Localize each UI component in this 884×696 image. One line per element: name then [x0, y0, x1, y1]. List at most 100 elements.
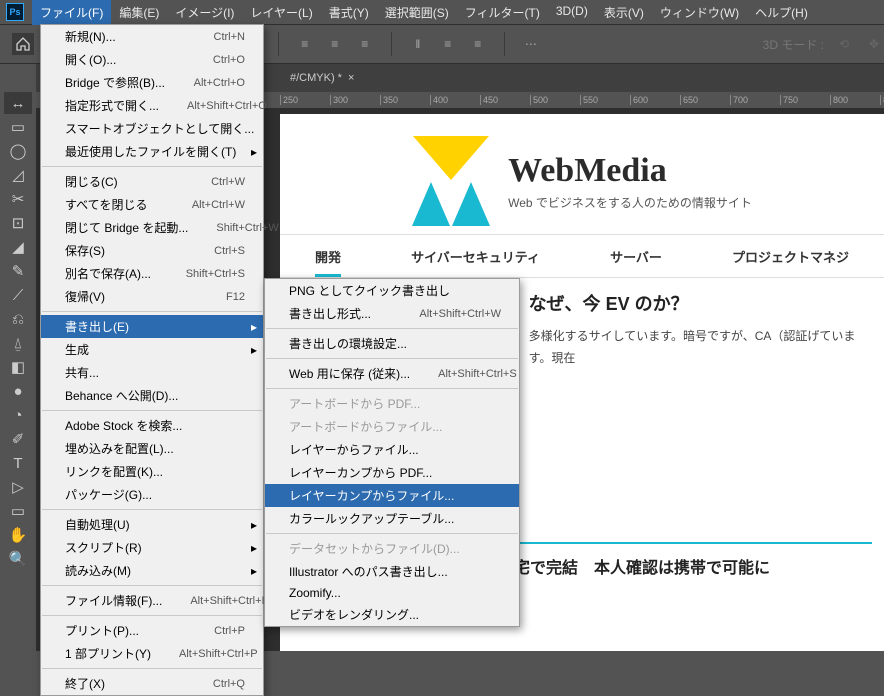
tool-button[interactable]: ▭ [4, 500, 32, 522]
separator [42, 311, 262, 312]
menu-item[interactable]: 閉じる(C)Ctrl+W [41, 170, 263, 193]
menu-item[interactable]: レイヤーからファイル... [265, 438, 519, 461]
menu-item-label: Web 用に保存 (従来)... [289, 365, 410, 382]
menu-item-shortcut: Shift+Ctrl+S [186, 268, 245, 280]
3d-pan-icon[interactable]: ✥ [864, 34, 884, 54]
menu-item[interactable]: 終了(X)Ctrl+Q [41, 672, 263, 695]
menu-item[interactable]: 復帰(V)F12 [41, 285, 263, 308]
menu-ファイル(F)[interactable]: ファイル(F) [32, 0, 111, 25]
menu-item[interactable]: 埋め込みを配置(L)... [41, 437, 263, 460]
more-icon[interactable]: ⋯ [521, 34, 541, 54]
menu-item-label: データセットからファイル(D)... [289, 540, 460, 557]
menu-ウィンドウ(W)[interactable]: ウィンドウ(W) [652, 0, 747, 25]
tool-button[interactable]: ◔ [4, 404, 32, 426]
tool-button[interactable]: ▭ [4, 116, 32, 138]
menu-item: データセットからファイル(D)... [265, 537, 519, 560]
menu-選択範囲(S)[interactable]: 選択範囲(S) [377, 0, 457, 25]
menu-表示(V)[interactable]: 表示(V) [596, 0, 652, 25]
menu-フィルター(T)[interactable]: フィルター(T) [457, 0, 548, 25]
menu-item-shortcut: Alt+Ctrl+W [192, 199, 245, 211]
tool-button[interactable]: ✐ [4, 428, 32, 450]
tool-button[interactable]: ▷ [4, 476, 32, 498]
menu-item[interactable]: カラールックアップテーブル... [265, 507, 519, 530]
nav-item[interactable]: 開発 [315, 236, 341, 277]
close-icon[interactable]: × [348, 72, 354, 84]
menu-item[interactable]: スクリプト(R)▸ [41, 536, 263, 559]
menu-item[interactable]: 共有... [41, 361, 263, 384]
document-tab[interactable]: #/CMYK) * × [280, 72, 364, 84]
tool-button[interactable]: ↔ [4, 92, 32, 114]
tool-button[interactable]: ⍙ [4, 332, 32, 354]
menu-item[interactable]: Behance へ公開(D)... [41, 384, 263, 407]
ruler-tick: 550 [580, 95, 630, 105]
tool-button[interactable]: ✎ [4, 260, 32, 282]
menu-item[interactable]: レイヤーカンプからファイル... [265, 484, 519, 507]
tool-button[interactable]: ⎌ [4, 308, 32, 330]
nav-item[interactable]: プロジェクトマネジ [732, 247, 849, 266]
menu-item[interactable]: 指定形式で開く...Alt+Shift+Ctrl+O [41, 94, 263, 117]
tool-button[interactable]: ⊡ [4, 212, 32, 234]
menu-item: アートボードからファイル... [265, 415, 519, 438]
menu-item[interactable]: スマートオブジェクトとして開く... [41, 117, 263, 140]
menu-item[interactable]: 読み込み(M)▸ [41, 559, 263, 582]
menu-item[interactable]: パッケージ(G)... [41, 483, 263, 506]
tool-button[interactable]: ◧ [4, 356, 32, 378]
menu-item-label: Illustrator へのパス書き出し... [289, 563, 448, 580]
menu-item: アートボードから PDF... [265, 392, 519, 415]
align-center-icon[interactable]: ≡ [325, 34, 345, 54]
align-left-icon[interactable]: ≡ [295, 34, 315, 54]
menu-item[interactable]: リンクを配置(K)... [41, 460, 263, 483]
tool-button[interactable]: ◯ [4, 140, 32, 162]
menu-ヘルプ(H)[interactable]: ヘルプ(H) [747, 0, 816, 25]
menu-item[interactable]: 開く(O)...Ctrl+O [41, 48, 263, 71]
menu-item[interactable]: 新規(N)...Ctrl+N [41, 25, 263, 48]
menu-レイヤー(L)[interactable]: レイヤー(L) [242, 0, 320, 25]
ruler-tick: 450 [480, 95, 530, 105]
separator [266, 533, 518, 534]
tool-button[interactable]: ● [4, 380, 32, 402]
menu-item[interactable]: Web 用に保存 (従来)...Alt+Shift+Ctrl+S [265, 362, 519, 385]
align-right-icon[interactable]: ≡ [355, 34, 375, 54]
menu-書式(Y)[interactable]: 書式(Y) [321, 0, 377, 25]
menu-item[interactable]: Adobe Stock を検索... [41, 414, 263, 437]
3d-orbit-icon[interactable]: ⟲ [834, 34, 854, 54]
menu-item-label: 閉じて Bridge を起動... [65, 219, 188, 236]
menu-3D(D)[interactable]: 3D(D) [548, 0, 596, 25]
menu-item[interactable]: 書き出しの環境設定... [265, 332, 519, 355]
distribute-v-icon[interactable]: ≡ [438, 34, 458, 54]
menu-編集(E)[interactable]: 編集(E) [111, 0, 167, 25]
menu-item[interactable]: 保存(S)Ctrl+S [41, 239, 263, 262]
tool-button[interactable]: 🔍 [4, 548, 32, 570]
tool-button[interactable]: T [4, 452, 32, 474]
tool-button[interactable]: ◿ [4, 164, 32, 186]
distribute-h-icon[interactable]: ‖ [408, 34, 428, 54]
menu-item[interactable]: 自動処理(U)▸ [41, 513, 263, 536]
menu-item[interactable]: 1 部プリント(Y)Alt+Shift+Ctrl+P [41, 642, 263, 665]
menu-イメージ(I)[interactable]: イメージ(I) [167, 0, 242, 25]
menu-item[interactable]: 最近使用したファイルを開く(T)▸ [41, 140, 263, 163]
distribute-icon[interactable]: ≡ [468, 34, 488, 54]
menu-item[interactable]: プリント(P)...Ctrl+P [41, 619, 263, 642]
app-icon: Ps [6, 3, 24, 21]
tool-button[interactable]: ✋ [4, 524, 32, 546]
menu-item[interactable]: 生成▸ [41, 338, 263, 361]
menu-item[interactable]: Zoomify... [265, 583, 519, 603]
menu-item[interactable]: 書き出し形式...Alt+Shift+Ctrl+W [265, 302, 519, 325]
menu-item[interactable]: 書き出し(E)▸ [41, 315, 263, 338]
nav-item[interactable]: サーバー [610, 247, 662, 266]
tool-button[interactable]: ⟋ [4, 284, 32, 306]
menu-item[interactable]: Illustrator へのパス書き出し... [265, 560, 519, 583]
menu-item[interactable]: ビデオをレンダリング... [265, 603, 519, 626]
tool-button[interactable]: ◢ [4, 236, 32, 258]
menu-item-label: 保存(S) [65, 242, 105, 259]
menu-item[interactable]: ファイル情報(F)...Alt+Shift+Ctrl+I [41, 589, 263, 612]
menu-item[interactable]: 別名で保存(A)...Shift+Ctrl+S [41, 262, 263, 285]
menu-item[interactable]: PNG としてクイック書き出し [265, 279, 519, 302]
nav-item[interactable]: サイバーセキュリティ [411, 247, 540, 266]
menu-item[interactable]: すべてを閉じるAlt+Ctrl+W [41, 193, 263, 216]
menu-item[interactable]: Bridge で参照(B)...Alt+Ctrl+O [41, 71, 263, 94]
home-icon[interactable] [12, 33, 34, 55]
menu-item[interactable]: 閉じて Bridge を起動...Shift+Ctrl+W [41, 216, 263, 239]
tool-button[interactable]: ✂ [4, 188, 32, 210]
menu-item[interactable]: レイヤーカンプから PDF... [265, 461, 519, 484]
